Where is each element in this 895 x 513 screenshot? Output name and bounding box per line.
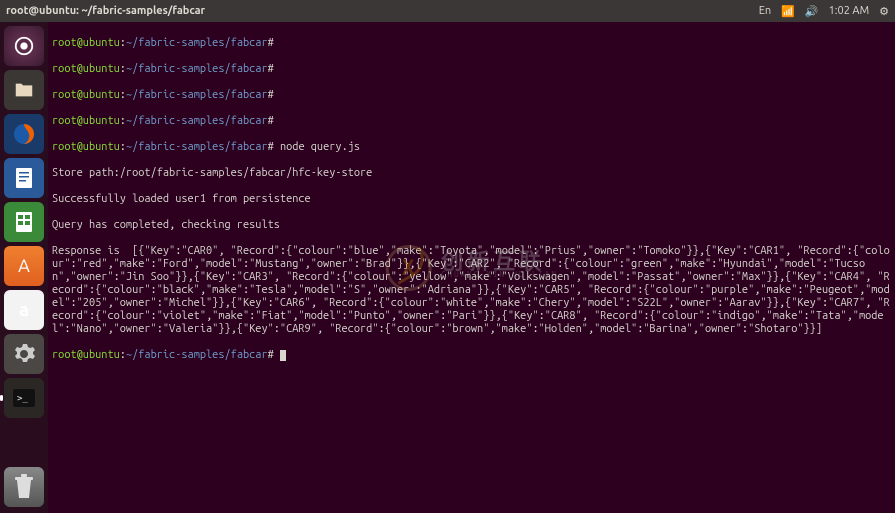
svg-text:>_: >_ xyxy=(17,394,28,404)
sound-icon[interactable]: 🔊 xyxy=(805,5,819,18)
firefox-icon[interactable] xyxy=(4,114,44,154)
keyboard-indicator[interactable]: En xyxy=(759,5,771,17)
terminal-body[interactable]: root@ubuntu:~/fabric-samples/fabcar# roo… xyxy=(48,22,895,513)
command-text: node query.js xyxy=(280,141,360,153)
prompt-path: ~/fabric-samples/fabcar xyxy=(126,37,268,49)
files-icon[interactable] xyxy=(4,70,44,110)
prompt-symbol: # xyxy=(268,37,274,49)
trash-icon[interactable] xyxy=(4,467,44,507)
settings-icon[interactable] xyxy=(4,334,44,374)
dash-icon[interactable] xyxy=(4,26,44,66)
cursor xyxy=(280,350,286,361)
top-panel: root@ubuntu: ~/fabric-samples/fabcar En … xyxy=(0,0,895,22)
output-line: Query has completed, checking results xyxy=(52,219,891,232)
output-line: Store path:/root/fabric-samples/fabcar/h… xyxy=(52,167,891,180)
software-center-icon[interactable]: A xyxy=(4,246,44,286)
output-line: Successfully loaded user1 from persisten… xyxy=(52,193,891,206)
terminal-icon[interactable]: >_ xyxy=(4,378,44,418)
calc-icon[interactable] xyxy=(4,202,44,242)
clock[interactable]: 1:02 AM xyxy=(829,5,870,17)
amazon-icon[interactable]: a xyxy=(4,290,44,330)
window-title: root@ubuntu: ~/fabric-samples/fabcar xyxy=(6,5,759,17)
system-tray: En 📶 🔊 1:02 AM ⚙ xyxy=(759,5,889,18)
launcher: A a >_ xyxy=(0,22,48,513)
writer-icon[interactable] xyxy=(4,158,44,198)
output-response: Response is [{"Key":"CAR0", "Record":{"c… xyxy=(52,245,891,336)
prompt-user: root@ubuntu xyxy=(52,37,120,49)
network-icon[interactable]: 📶 xyxy=(781,5,795,18)
session-icon[interactable]: ⚙ xyxy=(879,5,889,18)
